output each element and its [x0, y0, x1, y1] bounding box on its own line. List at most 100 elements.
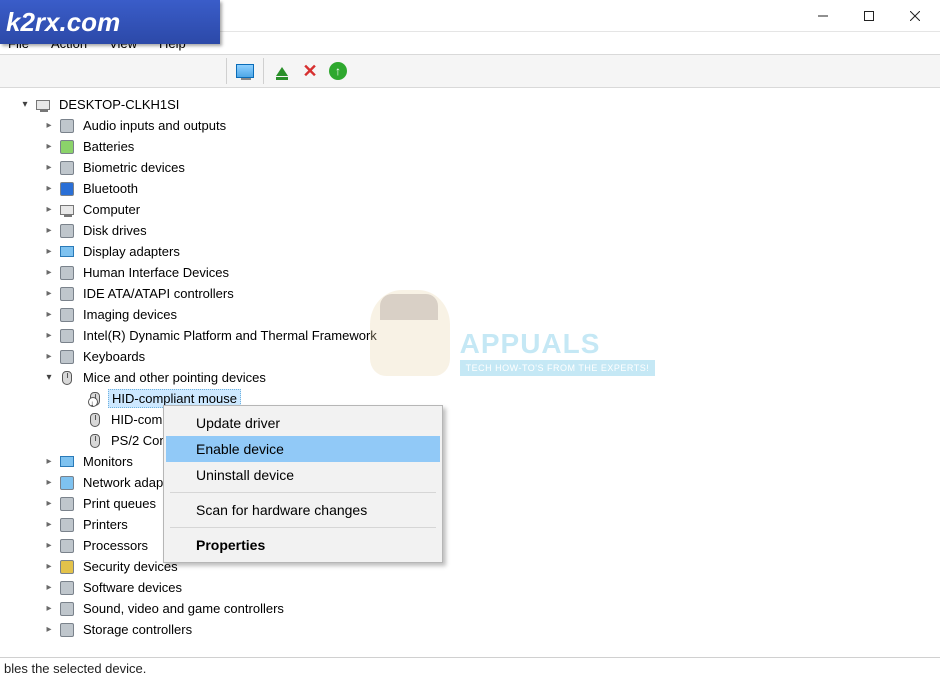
chevron-right-icon[interactable]: ▸: [42, 476, 56, 490]
audio-icon: [58, 119, 76, 133]
context-menu: Update driver Enable device Uninstall de…: [163, 405, 443, 563]
tree-leaf-ps2-mouse[interactable]: PS/2 Comp: [8, 430, 940, 451]
tree-label: Software devices: [80, 579, 185, 596]
minimize-icon: [818, 11, 828, 21]
toolbar-separator: [263, 58, 264, 84]
software-icon: [58, 581, 76, 595]
tree-node-processors[interactable]: ▸ Processors: [8, 535, 940, 556]
toolbar-show-hidden-button[interactable]: [233, 59, 257, 83]
tree-node-intel-dptf[interactable]: ▸ Intel(R) Dynamic Platform and Thermal …: [8, 325, 940, 346]
tree-root[interactable]: ▾ DESKTOP-CLKH1SI: [8, 94, 940, 115]
device-tree[interactable]: ▾ DESKTOP-CLKH1SI ▸ Audio inputs and out…: [0, 88, 940, 640]
ctx-scan-hardware[interactable]: Scan for hardware changes: [166, 497, 440, 523]
ctx-update-driver[interactable]: Update driver: [166, 410, 440, 436]
tree-label: Audio inputs and outputs: [80, 117, 229, 134]
chevron-right-icon[interactable]: ▸: [42, 581, 56, 595]
tree-node-network[interactable]: ▸ Network adapt: [8, 472, 940, 493]
chip-icon: [58, 329, 76, 343]
mouse-icon: [86, 434, 104, 448]
tree-node-printers[interactable]: ▸ Printers: [8, 514, 940, 535]
tree-label: Human Interface Devices: [80, 264, 232, 281]
tree-node-print-queues[interactable]: ▸ Print queues: [8, 493, 940, 514]
bluetooth-icon: [58, 182, 76, 196]
spacer: [70, 392, 84, 406]
chevron-right-icon[interactable]: ▸: [42, 182, 56, 196]
tree-node-hid[interactable]: ▸ Human Interface Devices: [8, 262, 940, 283]
chevron-right-icon[interactable]: ▸: [42, 350, 56, 364]
window-close-button[interactable]: [892, 1, 938, 31]
tree-label: Bluetooth: [80, 180, 141, 197]
chevron-right-icon[interactable]: ▸: [42, 539, 56, 553]
tree-node-monitors[interactable]: ▸ Monitors: [8, 451, 940, 472]
chevron-right-icon[interactable]: ▸: [42, 266, 56, 280]
tree-label: Print queues: [80, 495, 159, 512]
spacer: [70, 413, 84, 427]
toolbar-enable-button[interactable]: [270, 59, 294, 83]
monitor-icon: [236, 64, 254, 78]
chevron-right-icon[interactable]: ▸: [42, 623, 56, 637]
hid-icon: [58, 266, 76, 280]
chevron-right-icon[interactable]: ▸: [42, 560, 56, 574]
ctx-separator: [170, 527, 436, 528]
tree-node-storage[interactable]: ▸ Storage controllers: [8, 619, 940, 640]
tree-label: Sound, video and game controllers: [80, 600, 287, 617]
tree-label: Computer: [80, 201, 143, 218]
tree-node-computer[interactable]: ▸ Computer: [8, 199, 940, 220]
chevron-right-icon[interactable]: ▸: [42, 140, 56, 154]
tree-label: Imaging devices: [80, 306, 180, 323]
chevron-right-icon[interactable]: ▸: [42, 287, 56, 301]
chevron-right-icon[interactable]: ▸: [42, 497, 56, 511]
tree-node-sound[interactable]: ▸ Sound, video and game controllers: [8, 598, 940, 619]
tree-label: Display adapters: [80, 243, 183, 260]
tree-node-imaging[interactable]: ▸ Imaging devices: [8, 304, 940, 325]
chevron-right-icon[interactable]: ▸: [42, 602, 56, 616]
fingerprint-icon: [58, 161, 76, 175]
chevron-right-icon[interactable]: ▸: [42, 245, 56, 259]
cpu-icon: [58, 539, 76, 553]
close-icon: [910, 11, 920, 21]
chevron-right-icon[interactable]: ▸: [42, 329, 56, 343]
window-minimize-button[interactable]: [800, 1, 846, 31]
tree-node-keyboards[interactable]: ▸ Keyboards: [8, 346, 940, 367]
tree-node-bluetooth[interactable]: ▸ Bluetooth: [8, 178, 940, 199]
mouse-icon: [86, 413, 104, 427]
chevron-right-icon[interactable]: ▸: [42, 119, 56, 133]
chevron-down-icon[interactable]: ▾: [18, 98, 32, 112]
tree-node-mice[interactable]: ▾ Mice and other pointing devices: [8, 367, 940, 388]
window-maximize-button[interactable]: [846, 1, 892, 31]
ctx-properties[interactable]: Properties: [166, 532, 440, 558]
site-watermark: k2rx.com: [0, 0, 220, 44]
toolbar-separator: [226, 58, 227, 84]
chevron-down-icon[interactable]: ▾: [42, 371, 56, 385]
tree-node-biometric[interactable]: ▸ Biometric devices: [8, 157, 940, 178]
tree-label: Batteries: [80, 138, 137, 155]
tree-label: Biometric devices: [80, 159, 188, 176]
chevron-right-icon[interactable]: ▸: [42, 308, 56, 322]
battery-icon: [58, 140, 76, 154]
toolbar-update-driver-button[interactable]: ↑: [326, 59, 350, 83]
toolbar-disable-button[interactable]: ✕: [298, 59, 322, 83]
chevron-right-icon[interactable]: ▸: [42, 203, 56, 217]
tree-node-disk[interactable]: ▸ Disk drives: [8, 220, 940, 241]
chevron-right-icon[interactable]: ▸: [42, 224, 56, 238]
chevron-right-icon[interactable]: ▸: [42, 518, 56, 532]
chevron-right-icon[interactable]: ▸: [42, 161, 56, 175]
tree-node-security[interactable]: ▸ Security devices: [8, 556, 940, 577]
ctx-uninstall-device[interactable]: Uninstall device: [166, 462, 440, 488]
ctx-enable-device[interactable]: Enable device: [166, 436, 440, 462]
tree-leaf-hid-mouse-1[interactable]: ↓ HID-compliant mouse: [8, 388, 940, 409]
chevron-right-icon[interactable]: ▸: [42, 455, 56, 469]
sound-icon: [58, 602, 76, 616]
tree-node-batteries[interactable]: ▸ Batteries: [8, 136, 940, 157]
tree-leaf-hid-mouse-2[interactable]: HID-compl: [8, 409, 940, 430]
ctx-separator: [170, 492, 436, 493]
tree-node-audio[interactable]: ▸ Audio inputs and outputs: [8, 115, 940, 136]
tree-node-software[interactable]: ▸ Software devices: [8, 577, 940, 598]
tree-node-display[interactable]: ▸ Display adapters: [8, 241, 940, 262]
printer-icon: [58, 518, 76, 532]
tree-node-ide[interactable]: ▸ IDE ATA/ATAPI controllers: [8, 283, 940, 304]
status-text: bles the selected device.: [4, 661, 146, 676]
security-icon: [58, 560, 76, 574]
tree-label: Monitors: [80, 453, 136, 470]
network-icon: [58, 476, 76, 490]
